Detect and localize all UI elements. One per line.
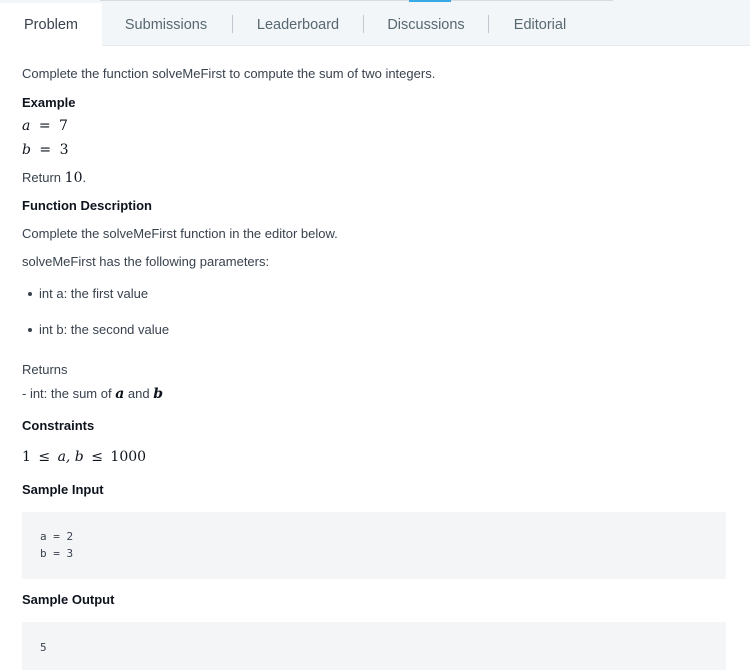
tab-discussions[interactable]: Discussions: [372, 3, 480, 46]
problem-intro: Complete the function solveMeFirst to co…: [22, 66, 436, 81]
constraints-heading: Constraints: [22, 418, 95, 433]
sample-output-heading: Sample Output: [22, 592, 115, 607]
tab-divider: [363, 15, 364, 33]
example-a: a = 7: [22, 118, 68, 134]
sample-output-block: 5: [22, 622, 726, 670]
constraint-expression: 1 ≤ a, b ≤ 1000: [22, 449, 146, 465]
tab-editorial[interactable]: Editorial: [496, 3, 584, 46]
returns-prefix: - int: the sum of: [22, 386, 112, 401]
bullet-icon: [28, 292, 32, 296]
sample-input-block: a = 2 b = 3: [22, 512, 726, 579]
top-divider: [100, 0, 613, 1]
code-line: a = 2: [40, 530, 74, 543]
return-suffix: .: [82, 170, 87, 185]
math-value: 3: [59, 142, 69, 158]
params-intro: solveMeFirst has the following parameter…: [22, 254, 270, 269]
tab-divider: [232, 15, 233, 33]
function-description-heading: Function Description: [22, 198, 152, 213]
math-op: =: [39, 142, 52, 158]
example-b: b = 3: [22, 142, 69, 158]
math-op: =: [38, 118, 51, 134]
sample-input-heading: Sample Input: [22, 482, 104, 497]
math-var: b: [22, 142, 31, 158]
code-line: 5: [40, 641, 47, 654]
returns-text: - int: the sum of a and b: [22, 386, 163, 402]
math-value: 1000: [110, 449, 147, 465]
tab-submissions[interactable]: Submissions: [110, 3, 222, 46]
math-var: a, b: [57, 449, 84, 465]
returns-label: Returns: [22, 362, 68, 377]
tab-label: Submissions: [124, 16, 208, 33]
example-heading: Example: [22, 95, 76, 110]
active-indicator: [409, 0, 451, 2]
param-item: int b: the second value: [39, 322, 170, 337]
math-var: b: [153, 386, 164, 402]
math-op: ≤: [91, 449, 103, 465]
math-var: a: [22, 118, 31, 134]
math-value: 7: [59, 118, 68, 134]
example-return: Return 10.: [22, 170, 86, 186]
tab-divider: [488, 15, 489, 33]
bullet-icon: [28, 328, 32, 332]
tab-label: Editorial: [513, 16, 567, 33]
tab-label: Problem: [24, 17, 78, 33]
returns-and: and: [127, 386, 150, 401]
return-value: 10: [64, 170, 83, 186]
math-var: a: [115, 386, 125, 402]
math-op: ≤: [38, 449, 51, 465]
tab-leaderboard[interactable]: Leaderboard: [240, 3, 356, 46]
math-value: 1: [22, 449, 31, 465]
code-line: b = 3: [40, 547, 74, 560]
param-item: int a: the first value: [39, 286, 149, 301]
return-prefix: Return: [22, 170, 62, 185]
tab-label: Discussions: [387, 16, 465, 33]
tab-label: Leaderboard: [256, 16, 340, 33]
function-description-text: Complete the solveMeFirst function in th…: [22, 226, 338, 241]
tab-problem[interactable]: Problem: [0, 3, 102, 47]
tab-bar: Problem Submissions Leaderboard Discussi…: [0, 0, 750, 47]
